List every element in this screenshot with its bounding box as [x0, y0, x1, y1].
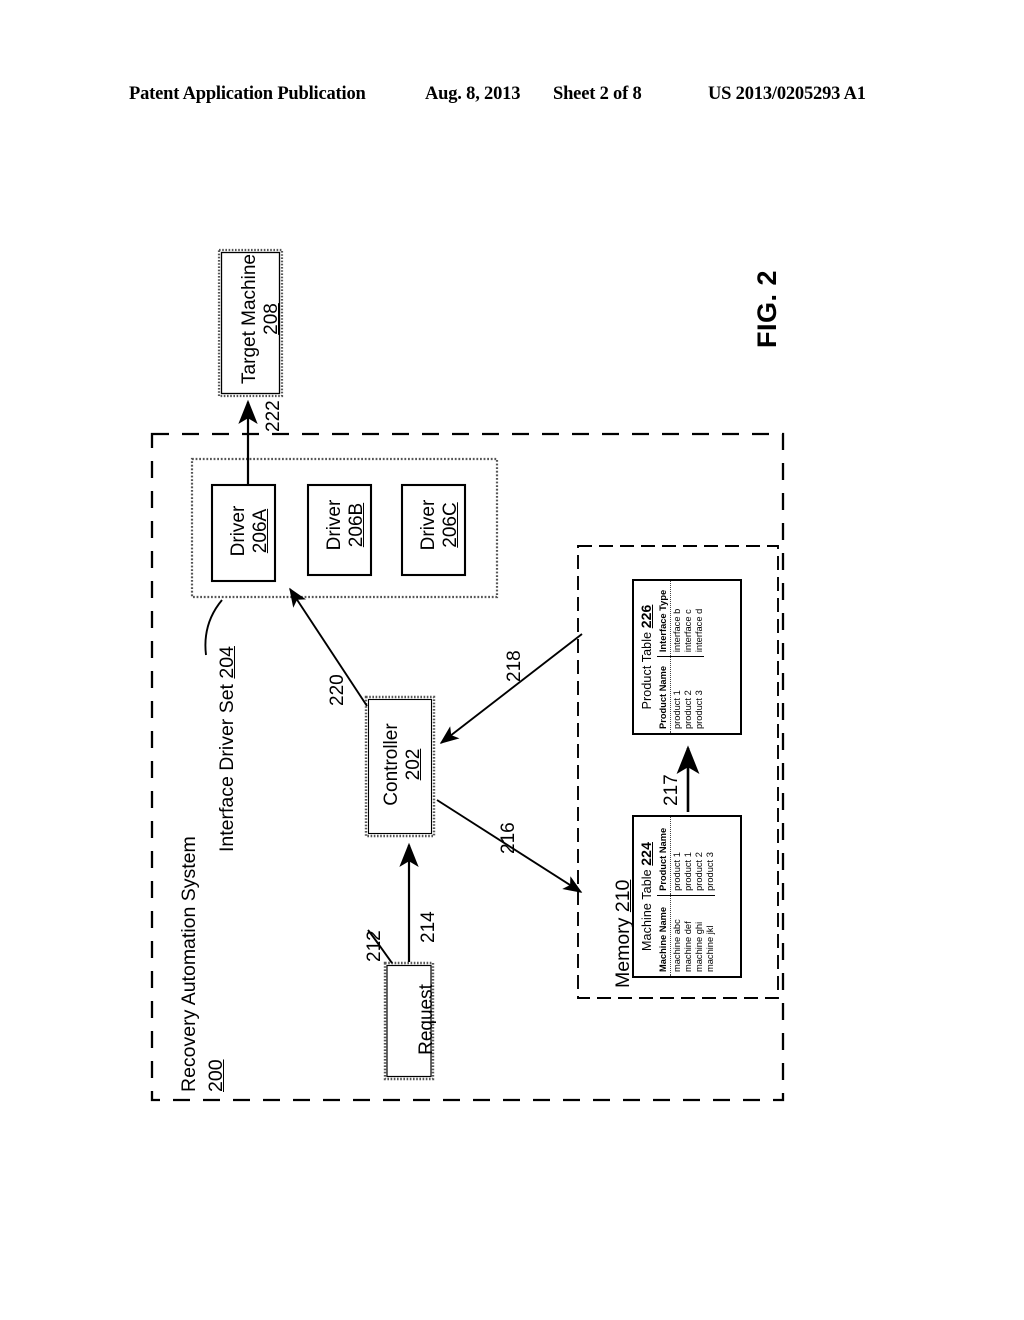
- product-table-number: 226: [638, 604, 654, 629]
- table-row: machine def product 1: [682, 817, 693, 976]
- product-table-cell: product 2: [682, 690, 693, 729]
- driver-206b-label: Driver 206B: [324, 483, 369, 567]
- driver-206b-number: 206B: [346, 502, 368, 548]
- product-table-header-row: Product Name Interface Type: [657, 581, 671, 733]
- product-table-cell: interface d: [693, 581, 704, 657]
- product-table-grid: Product Name Interface Type product 1 in…: [657, 581, 704, 733]
- product-table-title: Product Table 226: [634, 581, 657, 733]
- table-row: product 3 interface d: [693, 581, 704, 733]
- machine-table-cell: machine abc: [671, 919, 682, 972]
- machine-table-cell: machine jkl: [704, 925, 715, 972]
- product-table: Product Table 226 Product Name Interface…: [632, 579, 742, 735]
- machine-table-number: 224: [638, 842, 654, 866]
- table-row: machine abc product 1: [670, 817, 682, 976]
- recovery-automation-system-label: Recovery Automation System: [178, 836, 201, 1092]
- ref-212: 212: [364, 930, 385, 962]
- controller-name: Controller: [381, 723, 402, 806]
- product-table-cell: interface c: [682, 581, 693, 657]
- request-name: Request: [416, 984, 437, 1055]
- target-machine-name: Target Machine: [239, 254, 260, 384]
- target-machine-number: 208: [261, 303, 283, 335]
- table-row: machine jkl product 3: [704, 817, 715, 976]
- driver-206a-number: 206A: [250, 508, 272, 554]
- table-row: machine ghi product 2: [693, 817, 704, 976]
- system-name: Recovery Automation System: [178, 836, 200, 1092]
- machine-table-cell: product 1: [670, 817, 682, 896]
- machine-table-col-machine-name: Machine Name: [657, 895, 671, 976]
- driver-206b-name: Driver: [324, 499, 345, 551]
- machine-table-grid: Machine Name Product Name machine abc pr…: [657, 817, 715, 976]
- machine-table-cell: machine ghi: [693, 921, 704, 972]
- patent-figure: FIG. 2 Recovery Automation System 200 Ta…: [0, 0, 1024, 1320]
- driver-206c-label: Driver 206C: [418, 483, 463, 567]
- driver-206c-number: 206C: [440, 502, 462, 548]
- machine-table-col-product-name: Product Name: [657, 817, 671, 896]
- memory-name: Memory: [612, 917, 634, 988]
- ref-220: 220: [327, 674, 348, 706]
- machine-table-cell: product 1: [682, 817, 693, 896]
- ref-217: 217: [661, 774, 682, 806]
- request-label: Request: [416, 967, 438, 1072]
- machine-table-cell: machine def: [682, 921, 693, 972]
- figure-label: FIG. 2: [752, 269, 782, 348]
- product-table-name: Product Table: [640, 631, 654, 710]
- machine-table-cell: product 2: [693, 817, 704, 896]
- machine-table-header-row: Machine Name Product Name: [657, 817, 671, 976]
- driver-set-number: 204: [216, 646, 238, 679]
- product-table-cell: product 1: [671, 690, 682, 729]
- table-row: product 2 interface c: [682, 581, 693, 733]
- driver-set-name: Interface Driver Set: [216, 684, 238, 852]
- memory-number: 210: [612, 879, 634, 913]
- machine-table-cell: product 3: [704, 817, 715, 896]
- ref-214: 214: [418, 911, 439, 943]
- interface-driver-set-label: Interface Driver Set 204: [216, 646, 239, 852]
- product-table-cell: interface b: [670, 581, 682, 657]
- machine-table-title: Machine Table 224: [634, 817, 657, 976]
- system-number: 200: [205, 1059, 227, 1092]
- driver-206c-name: Driver: [418, 499, 439, 551]
- ref-218: 218: [504, 650, 525, 682]
- controller-number: 202: [403, 748, 425, 781]
- driver-206a-name: Driver: [228, 505, 249, 557]
- machine-table: Machine Table 224 Machine Name Product N…: [632, 815, 742, 978]
- ref-216: 216: [498, 822, 519, 854]
- driver-206a-label: Driver 206A: [228, 489, 273, 573]
- recovery-automation-system-number-wrap: 200: [205, 1059, 228, 1092]
- product-table-cell: product 3: [693, 690, 704, 729]
- product-table-col-interface-type: Interface Type: [657, 581, 671, 657]
- machine-table-name: Machine Table: [640, 869, 654, 951]
- ref-222: 222: [263, 400, 284, 432]
- target-machine-label: Target Machine 208: [239, 254, 284, 384]
- controller-label: Controller 202: [381, 702, 426, 827]
- table-row: product 1 interface b: [670, 581, 682, 733]
- product-table-col-product-name: Product Name: [657, 656, 671, 733]
